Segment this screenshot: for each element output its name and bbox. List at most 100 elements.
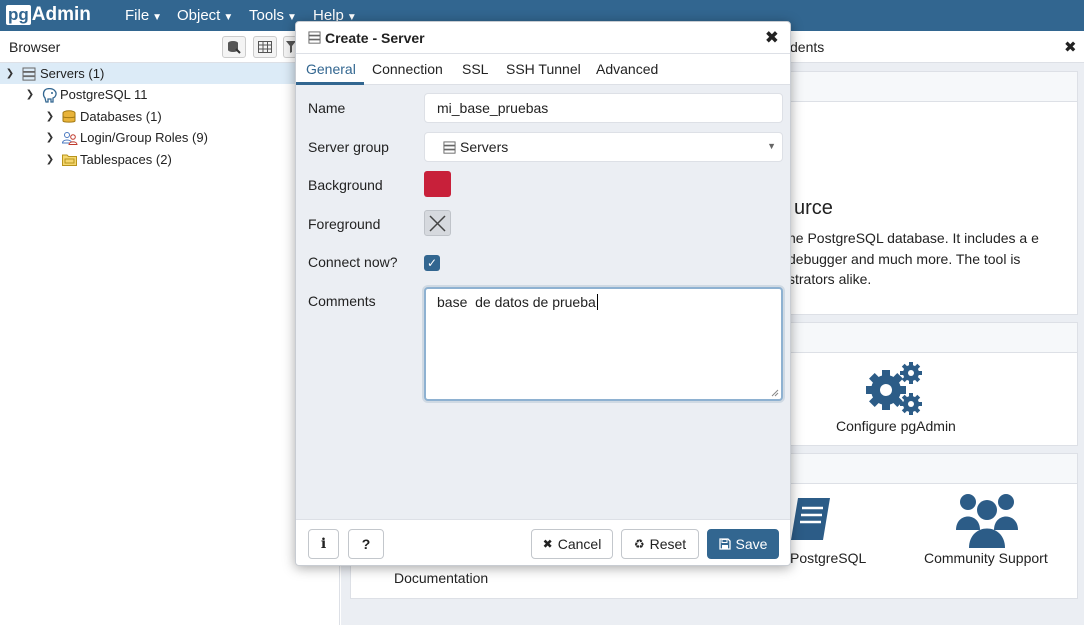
menu-tools-label: Tools bbox=[249, 7, 285, 24]
server-group-select[interactable]: Servers ▼ bbox=[424, 132, 783, 162]
recycle-icon: ♻ bbox=[633, 537, 645, 551]
tree-label-servers: Servers (1) bbox=[40, 66, 105, 81]
chevron-right-icon[interactable]: ❯ bbox=[44, 132, 56, 143]
text-cursor bbox=[596, 294, 598, 310]
tree-label-tablespaces: Tablespaces (2) bbox=[80, 152, 172, 167]
welcome-description: ne PostgreSQL database. It includes a e … bbox=[788, 230, 1039, 287]
comments-label: Comments bbox=[308, 293, 376, 309]
tree-node-servers[interactable]: ❯ Servers (1) bbox=[0, 63, 340, 84]
chevron-right-icon[interactable]: ❯ bbox=[44, 111, 56, 122]
browser-tree: ❯ Servers (1) ❯ PostgreSQL 11 ❯ Database… bbox=[0, 63, 340, 625]
community-support-label[interactable]: Community Support bbox=[924, 550, 1048, 566]
tab-general[interactable]: General bbox=[306, 61, 356, 77]
caret-down-icon[interactable]: ▼ bbox=[767, 141, 776, 151]
tab-ssl[interactable]: SSL bbox=[462, 61, 488, 77]
tree-node-login-roles[interactable]: ❯ Login/Group Roles (9) bbox=[44, 127, 208, 148]
chevron-right-icon[interactable]: ❯ bbox=[44, 154, 56, 165]
postgresql-label[interactable]: PostgreSQL bbox=[790, 550, 866, 566]
foreground-label: Foreground bbox=[308, 216, 381, 232]
cancel-button[interactable]: ✖ Cancel bbox=[531, 529, 613, 559]
query-tool-button[interactable] bbox=[222, 36, 246, 58]
dialog-tabs: General Connection SSL SSH Tunnel Advanc… bbox=[296, 54, 790, 85]
menu-file-label: File bbox=[125, 7, 150, 24]
menu-object-label: Object bbox=[177, 7, 221, 24]
logo-pg: pg bbox=[6, 5, 31, 25]
background-label: Background bbox=[308, 177, 383, 193]
chevron-down-icon[interactable]: ❯ bbox=[24, 89, 36, 100]
roles-icon bbox=[61, 131, 78, 145]
dialog-footer: i ? ✖ Cancel ♻ Reset Save bbox=[296, 519, 790, 565]
welcome-title: urce bbox=[794, 197, 833, 219]
comments-textarea[interactable]: base de datos de prueba bbox=[424, 287, 783, 401]
reset-button[interactable]: ♻ Reset bbox=[621, 529, 699, 559]
community-icon bbox=[956, 494, 1018, 548]
name-label: Name bbox=[308, 100, 346, 116]
close-icon[interactable]: ✖ bbox=[1064, 38, 1077, 56]
tab-connection[interactable]: Connection bbox=[372, 61, 443, 77]
create-server-dialog: Create - Server ✖ General Connection SSL… bbox=[295, 21, 791, 566]
tab-ssh-tunnel[interactable]: SSH Tunnel bbox=[506, 61, 581, 77]
database-query-icon bbox=[228, 41, 241, 54]
name-input-value: mi_base_pruebas bbox=[437, 100, 549, 116]
help-button[interactable]: ? bbox=[348, 529, 384, 559]
postgresql-docs-link[interactable] bbox=[790, 496, 832, 547]
reset-label: Reset bbox=[649, 536, 687, 552]
tree-node-tablespaces[interactable]: ❯ Tablespaces (2) bbox=[44, 149, 172, 170]
comments-value: base de datos de prueba bbox=[437, 294, 596, 310]
configure-pgadmin-link[interactable] bbox=[862, 360, 928, 421]
community-support-link[interactable] bbox=[956, 490, 1018, 551]
info-button[interactable]: i bbox=[308, 529, 339, 559]
table-icon bbox=[258, 41, 272, 53]
connect-now-checkbox[interactable]: ✓ bbox=[424, 255, 440, 271]
logo-admin: Admin bbox=[31, 4, 91, 25]
chevron-down-icon: ▼ bbox=[223, 12, 234, 23]
configure-pgadmin-label[interactable]: Configure pgAdmin bbox=[836, 418, 956, 434]
book-icon bbox=[791, 498, 830, 540]
server-group-value: Servers bbox=[460, 139, 509, 155]
view-data-button[interactable] bbox=[253, 36, 277, 58]
tree-label-databases: Databases (1) bbox=[80, 109, 162, 124]
tree-label-postgresql: PostgreSQL 11 bbox=[60, 87, 148, 102]
connect-now-label: Connect now? bbox=[308, 254, 398, 270]
documentation-label[interactable]: Documentation bbox=[394, 570, 488, 586]
background-color-picker[interactable] bbox=[424, 171, 451, 197]
menu-object[interactable]: Object ▼ bbox=[177, 7, 233, 24]
dialog-title: Create - Server bbox=[325, 30, 425, 46]
chevron-down-icon[interactable]: ❯ bbox=[4, 68, 16, 79]
filter-icon bbox=[285, 41, 296, 53]
dashboard-tab-label[interactable]: dents bbox=[790, 39, 824, 55]
info-icon: i bbox=[320, 536, 327, 552]
chevron-down-icon: ▼ bbox=[152, 12, 163, 23]
close-icon[interactable]: ✖ bbox=[765, 28, 779, 48]
pgadmin-logo[interactable]: pg Admin bbox=[6, 4, 91, 26]
no-color-icon bbox=[429, 214, 446, 232]
close-icon: ✖ bbox=[542, 537, 553, 551]
active-tab-indicator bbox=[296, 82, 364, 85]
database-icon bbox=[62, 109, 76, 124]
tab-advanced[interactable]: Advanced bbox=[596, 61, 658, 77]
resize-handle-icon[interactable] bbox=[771, 389, 779, 397]
dialog-header[interactable]: Create - Server ✖ bbox=[296, 22, 790, 54]
foreground-color-picker[interactable] bbox=[424, 210, 451, 236]
server-group-label: Server group bbox=[308, 139, 389, 155]
tree-node-postgresql[interactable]: ❯ PostgreSQL 11 bbox=[24, 84, 147, 105]
name-input[interactable]: mi_base_pruebas bbox=[424, 93, 783, 123]
server-icon bbox=[308, 31, 321, 47]
menu-file[interactable]: File ▼ bbox=[125, 7, 162, 24]
browser-panel-header: Browser bbox=[0, 31, 340, 63]
browser-title: Browser bbox=[9, 39, 61, 55]
cancel-label: Cancel bbox=[557, 536, 602, 552]
save-button[interactable]: Save bbox=[707, 529, 779, 559]
folder-icon bbox=[62, 153, 77, 167]
tree-node-databases[interactable]: ❯ Databases (1) bbox=[44, 106, 162, 127]
servers-icon bbox=[443, 141, 456, 157]
help-icon: ? bbox=[361, 536, 371, 552]
tree-label-login-roles: Login/Group Roles (9) bbox=[80, 130, 208, 145]
servers-icon bbox=[22, 67, 36, 81]
save-icon bbox=[718, 538, 731, 550]
gears-icon bbox=[866, 362, 922, 415]
save-label: Save bbox=[735, 536, 768, 552]
checkmark-icon: ✓ bbox=[426, 256, 438, 270]
elephant-icon bbox=[42, 87, 57, 103]
menu-tools[interactable]: Tools ▼ bbox=[249, 7, 297, 24]
